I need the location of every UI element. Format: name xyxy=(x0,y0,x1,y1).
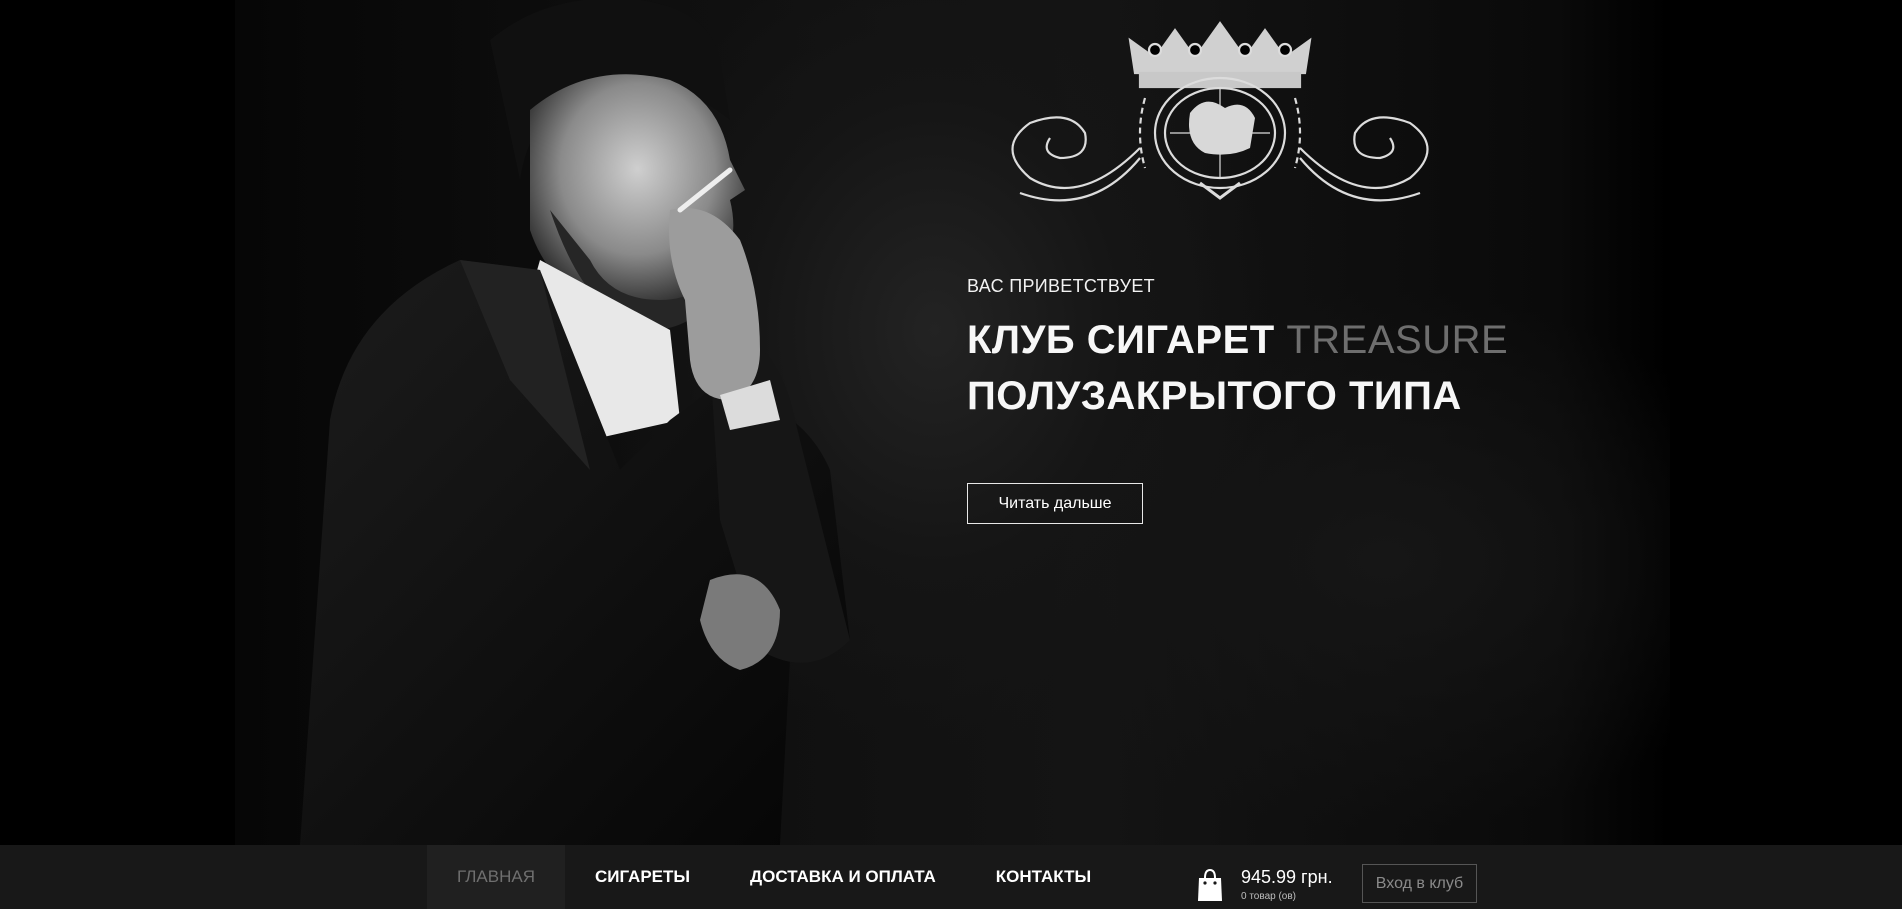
cart-total-price: 945.99 грн. xyxy=(1241,867,1333,887)
cart-widget[interactable]: 945.99 грн. 0 товар (ов) xyxy=(1197,867,1333,902)
hero-banner: ВАС ПРИВЕТСТВУЕТ КЛУБ СИГАРЕТ TREASURE П… xyxy=(0,0,1902,845)
club-crest-logo xyxy=(1011,21,1429,202)
cart-item-count: 0 товар (ов) xyxy=(1241,891,1297,902)
club-login-button[interactable]: Вход в клуб xyxy=(1362,864,1477,903)
nav-item-delivery-payment[interactable]: ДОСТАВКА И ОПЛАТА xyxy=(720,845,966,909)
headline-line-1: КЛУБ СИГАРЕТ TREASURE xyxy=(967,312,1508,368)
hero-headline: КЛУБ СИГАРЕТ TREASURE ПОЛУЗАКРЫТОГО ТИПА xyxy=(967,312,1508,424)
read-more-button[interactable]: Читать дальше xyxy=(967,483,1143,524)
headline-brand-accent: TREASURE xyxy=(1286,318,1509,362)
cart-info: 945.99 грн. 0 товар (ов) xyxy=(1241,867,1333,902)
nav-item-contacts[interactable]: КОНТАКТЫ xyxy=(966,845,1121,909)
hero-greeting: ВАС ПРИВЕТСТВУЕТ xyxy=(967,276,1155,296)
main-nav: ГЛАВНАЯ СИГАРЕТЫ ДОСТАВКА И ОПЛАТА КОНТА… xyxy=(427,845,1121,909)
headline-club-text: КЛУБ СИГАРЕТ xyxy=(967,318,1275,362)
bottom-navbar: ГЛАВНАЯ СИГАРЕТЫ ДОСТАВКА И ОПЛАТА КОНТА… xyxy=(0,845,1902,909)
nav-item-home[interactable]: ГЛАВНАЯ xyxy=(427,845,565,909)
hero-portrait-image xyxy=(300,0,850,845)
nav-item-cigarettes[interactable]: СИГАРЕТЫ xyxy=(565,845,720,909)
shopping-bag-icon xyxy=(1198,868,1222,901)
headline-line-2: ПОЛУЗАКРЫТОГО ТИПА xyxy=(967,374,1462,418)
